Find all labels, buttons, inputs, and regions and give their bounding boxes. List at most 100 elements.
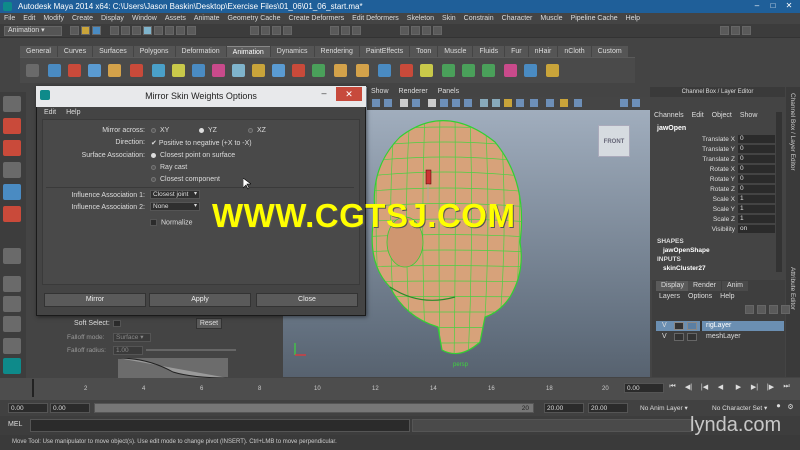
tab-toon[interactable]: Toon	[410, 46, 438, 57]
dialog-close-icon[interactable]: ✕	[336, 87, 362, 101]
toggle-tool-settings-icon[interactable]	[731, 26, 740, 35]
radio-yz[interactable]: YZ	[199, 127, 217, 134]
radio-button[interactable]	[151, 164, 156, 170]
layer-visibility-toggle[interactable]: V	[662, 321, 667, 331]
head-mesh[interactable]	[360, 112, 530, 362]
play-backwards-icon[interactable]: ◀	[716, 383, 725, 392]
checkbox[interactable]	[150, 219, 157, 226]
attr-value[interactable]: 0	[738, 185, 775, 193]
orient-constraint-icon[interactable]	[292, 64, 305, 77]
tab-display-layers[interactable]: Display	[656, 281, 689, 291]
viewport-menu-show[interactable]: Show	[371, 87, 389, 97]
use-all-lights-icon[interactable]	[560, 99, 568, 107]
move-layer-up-icon[interactable]	[745, 305, 754, 314]
menu-create-deformers[interactable]: Create Deformers	[288, 13, 344, 24]
image-plane-icon[interactable]	[400, 99, 408, 107]
select-deform-icon[interactable]	[187, 26, 196, 35]
move-tool-icon[interactable]	[3, 162, 21, 178]
render-frame-icon[interactable]	[411, 26, 420, 35]
side-tab-attribute-editor[interactable]: Attribute Editor	[789, 267, 796, 310]
attr-scale-y[interactable]: Scale Y1	[660, 205, 775, 214]
paint-weights-icon[interactable]	[252, 64, 265, 77]
step-forward-key-icon[interactable]: ▶|	[750, 383, 759, 392]
tab-surfaces[interactable]: Surfaces	[93, 46, 133, 57]
character-set-dropdown[interactable]: No Character Set ▾	[712, 404, 767, 412]
anim-layer-dropdown[interactable]: No Anim Layer ▾	[640, 404, 688, 412]
radio-button[interactable]	[151, 176, 156, 182]
layer-template-toggle[interactable]	[674, 333, 684, 341]
attr-value[interactable]: 0	[738, 145, 775, 153]
step-back-key-icon[interactable]: |◀	[700, 383, 709, 392]
animation-prefs-icon[interactable]: ⚙	[786, 403, 795, 412]
tab-anim-layers[interactable]: Anim	[722, 281, 748, 291]
tab-general[interactable]: General	[20, 46, 57, 57]
radio-xy[interactable]: XY	[151, 127, 169, 134]
select-hierarchy-icon[interactable]	[110, 26, 119, 35]
shelf-menu-icon[interactable]	[26, 64, 39, 77]
rotate-tool-icon[interactable]	[3, 184, 21, 200]
dialog-menu-help[interactable]: Help	[66, 109, 80, 116]
attr-rotate-z[interactable]: Rotate Z0	[660, 185, 775, 194]
attr-value[interactable]: 1	[738, 205, 775, 213]
attr-value[interactable]: 0	[738, 135, 775, 143]
attr-value[interactable]: 0	[738, 175, 775, 183]
wireframe-on-shaded-icon[interactable]	[504, 99, 512, 107]
attr-visibility[interactable]: Visibility on	[660, 225, 775, 234]
layer-template-toggle[interactable]	[674, 322, 684, 330]
menu-skeleton[interactable]: Skeleton	[407, 13, 434, 24]
menu-assets[interactable]: Assets	[165, 13, 186, 24]
select-object-icon[interactable]	[121, 26, 130, 35]
render-view-icon[interactable]	[400, 26, 409, 35]
radio-button[interactable]	[199, 127, 204, 133]
new-scene-icon[interactable]	[70, 26, 79, 35]
mirror-button[interactable]: Mirror	[44, 293, 146, 307]
tab-nhair[interactable]: nHair	[528, 46, 558, 57]
layout-outliner-icon[interactable]	[3, 338, 21, 354]
layout-four-icon[interactable]	[3, 296, 21, 312]
current-frame-field[interactable]: 0.00	[624, 383, 664, 393]
menu-muscle[interactable]: Muscle	[540, 13, 562, 24]
shape-name[interactable]: jawOpenShape	[663, 247, 710, 254]
open-scene-icon[interactable]	[81, 26, 90, 35]
input-ops-icon[interactable]	[330, 26, 339, 35]
ik-spline-icon[interactable]	[88, 64, 101, 77]
go-to-end-icon[interactable]: ⏭	[782, 383, 791, 392]
radio-button[interactable]	[248, 127, 253, 133]
layer-color-swatch[interactable]	[687, 333, 697, 341]
xray-joints-icon[interactable]	[632, 99, 640, 107]
attr-value[interactable]: 1	[738, 195, 775, 203]
outliner-icon[interactable]	[546, 64, 559, 77]
resolution-gate-icon[interactable]	[452, 99, 460, 107]
select-joint-icon[interactable]	[154, 26, 163, 35]
attr-value[interactable]: on	[738, 225, 775, 233]
dialog-menu-edit[interactable]: Edit	[44, 109, 56, 116]
viewport-menu-panels[interactable]: Panels	[438, 87, 459, 97]
close-button[interactable]: Close	[256, 293, 358, 307]
channels-menu[interactable]: Channels	[654, 112, 684, 119]
current-time-indicator[interactable]	[32, 379, 34, 397]
two-d-pan-icon[interactable]	[412, 99, 420, 107]
attr-value[interactable]: 1	[738, 215, 775, 223]
attr-scale-z[interactable]: Scale Z1	[660, 215, 775, 224]
playback-start-field[interactable]: 0.00	[50, 403, 90, 413]
view-cube[interactable]: FRONT	[598, 125, 630, 157]
radio-button[interactable]	[151, 127, 156, 133]
tab-animation[interactable]: Animation	[226, 46, 270, 57]
apply-button[interactable]: Apply	[149, 293, 251, 307]
shadows-icon[interactable]	[574, 99, 582, 107]
new-layer-selected-icon[interactable]	[781, 305, 790, 314]
grid-toggle-icon[interactable]	[428, 99, 436, 107]
aim-constraint-icon[interactable]	[312, 64, 325, 77]
select-surface-icon[interactable]	[176, 26, 185, 35]
select-component-icon[interactable]	[132, 26, 141, 35]
time-slider[interactable]	[0, 378, 800, 400]
layer-color-swatch[interactable]	[687, 322, 697, 330]
reset-button[interactable]: Reset	[196, 318, 222, 329]
attr-rotate-x[interactable]: Rotate X0	[660, 165, 775, 174]
attr-translate-z[interactable]: Translate Z0	[660, 155, 775, 164]
minimize-button[interactable]: –	[750, 1, 764, 11]
help-menu[interactable]: Help	[720, 293, 734, 300]
side-tab-channel-box[interactable]: Channel Box / Layer Editor	[789, 93, 796, 171]
radio-ray-cast[interactable]: Ray cast	[151, 164, 187, 171]
falloff-mode-dropdown[interactable]: Surface ▾	[113, 333, 151, 342]
